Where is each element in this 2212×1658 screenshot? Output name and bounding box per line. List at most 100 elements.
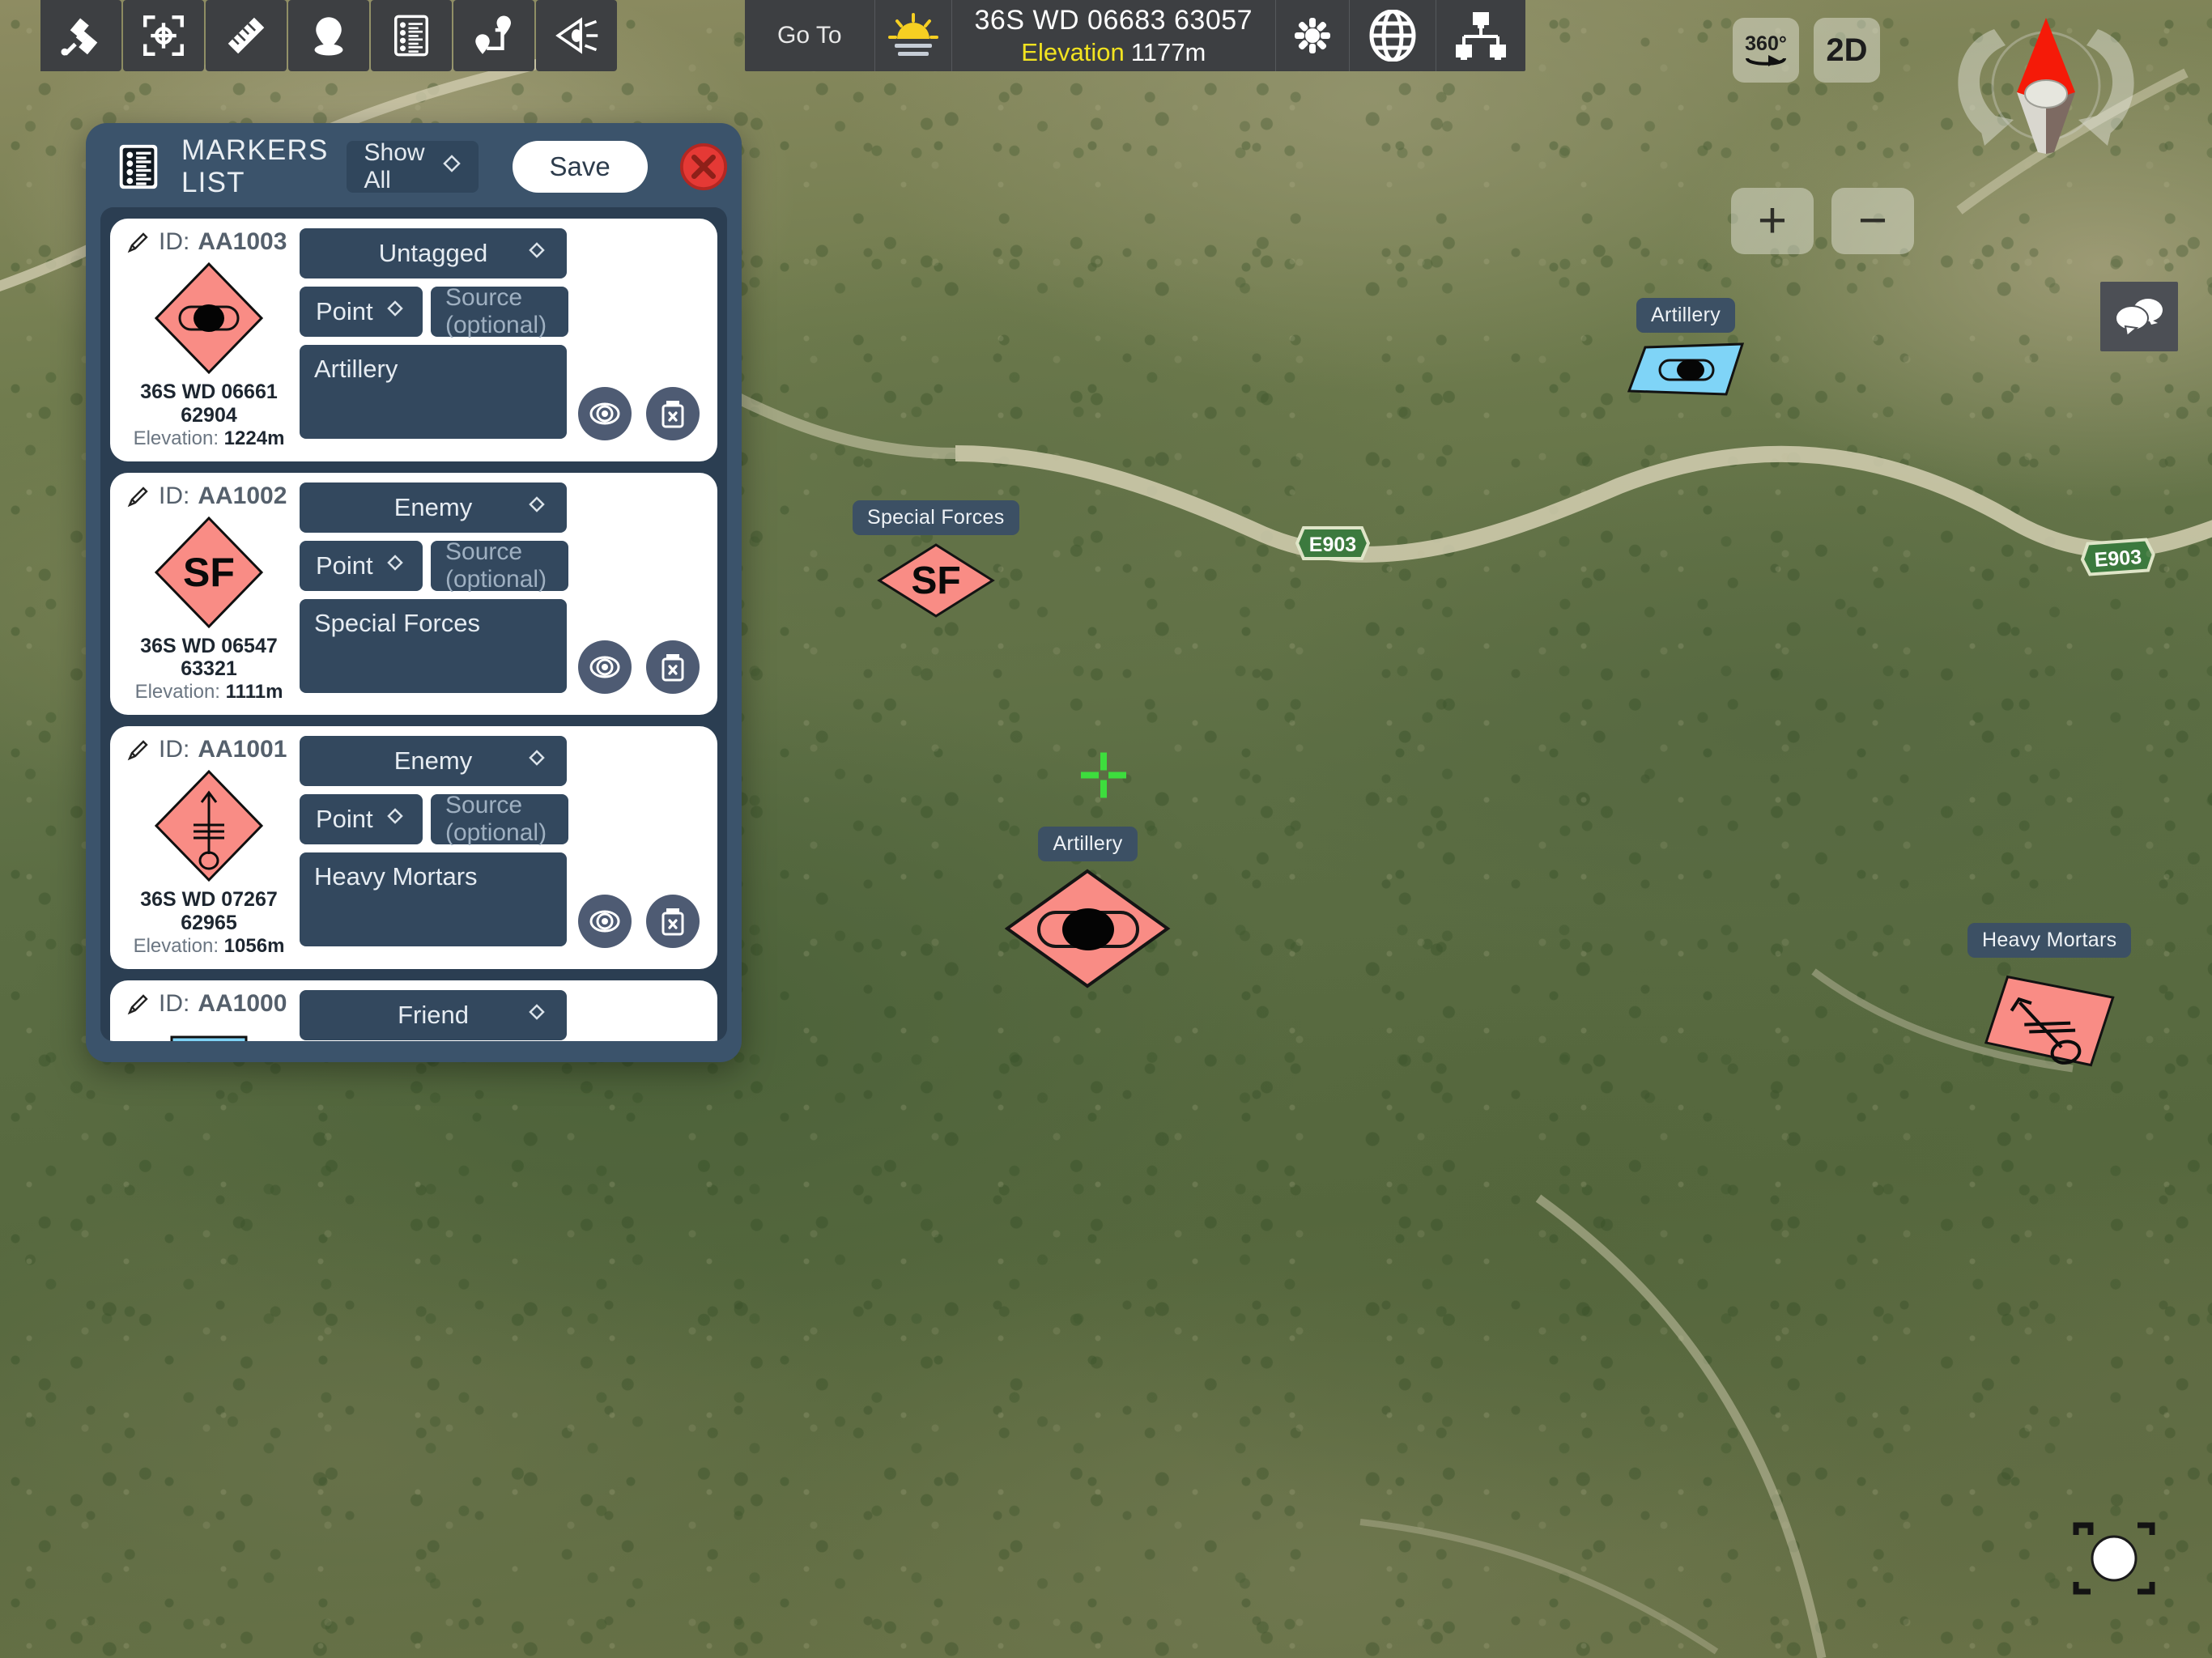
panel-title: MARKERS LIST	[181, 134, 329, 198]
marker-card[interactable]: ID: AA1002 SF 36S WD 06547 63321 Elevati…	[110, 472, 717, 715]
sf-diamond-red-icon: SF	[876, 543, 995, 618]
focus-marker-button[interactable]	[578, 640, 632, 694]
capture-button[interactable]	[2066, 1514, 2162, 1603]
globe-icon	[1369, 10, 1416, 62]
target-frame-button[interactable]	[123, 0, 204, 71]
goto-label: Go To	[777, 22, 842, 49]
marker-id-label: ID:	[159, 228, 190, 255]
type-value: Point	[316, 805, 373, 833]
sunrise-button[interactable]	[875, 0, 952, 71]
source-input[interactable]: Source (optional)	[431, 792, 568, 846]
pencil-icon[interactable]	[126, 484, 151, 508]
route-button[interactable]	[453, 0, 534, 71]
description-input[interactable]: Heavy Mortars	[300, 852, 567, 946]
marker-coordinate: 36S WD 06547 63321	[140, 634, 278, 681]
chevron-updown-icon	[529, 242, 545, 258]
type-value: Point	[316, 551, 373, 580]
chat-bubbles-icon	[2115, 299, 2163, 338]
close-button[interactable]	[678, 142, 729, 192]
pencil-icon[interactable]	[126, 230, 151, 254]
marker-symbol	[167, 1021, 251, 1041]
marker-actions	[578, 894, 700, 948]
save-button[interactable]: Save	[512, 141, 648, 193]
chat-button[interactable]	[2100, 282, 2178, 351]
description-input[interactable]: Special Forces	[300, 598, 567, 693]
settings-button[interactable]	[1276, 0, 1351, 71]
zoom-in-button[interactable]: +	[1731, 188, 1814, 254]
focus-marker-button[interactable]	[578, 386, 632, 440]
affiliation-select[interactable]: Friend	[300, 989, 567, 1040]
elevation-value: 1177m	[1130, 37, 1206, 66]
pencil-icon[interactable]	[126, 992, 151, 1016]
zoom-controls: + −	[1731, 188, 1914, 254]
affiliation-select[interactable]: Enemy	[300, 482, 567, 533]
marker-card[interactable]: ID: AA1003 36S WD 06661 62904 Elevation:…	[110, 219, 717, 461]
coordinate-readout[interactable]: 36S WD 06683 63057 Elevation 1177m	[952, 0, 1277, 71]
source-input[interactable]: Source (optional)	[431, 284, 568, 338]
delete-marker-button[interactable]	[646, 640, 700, 694]
target-frame-icon	[143, 15, 184, 56]
delete-marker-button[interactable]	[646, 386, 700, 440]
type-select[interactable]: Point	[300, 540, 423, 591]
type-select[interactable]: Point	[300, 794, 423, 844]
map-marker-heavy-mortars[interactable]: Heavy Mortars	[1967, 923, 2132, 1078]
marker-id-label: ID:	[159, 736, 190, 763]
road-shield: E903	[1295, 525, 1371, 566]
satellite-button[interactable]	[40, 0, 121, 71]
marker-elevation-value: 1056m	[223, 934, 285, 957]
delete-marker-button[interactable]	[646, 894, 700, 948]
markers-list-panel: MARKERS LIST Show All Save ID: AA1003 36…	[86, 123, 742, 1062]
zoom-out-button[interactable]: −	[1831, 188, 1914, 254]
dimension-toggle-button[interactable]: 2D	[1814, 18, 1880, 83]
rotate-360-icon: 360°	[1745, 32, 1787, 66]
artillery-square-blue-icon	[1627, 342, 1744, 396]
vision-cone-button[interactable]	[536, 0, 617, 71]
map-marker-artillery-enemy[interactable]: Artillery	[1005, 827, 1171, 989]
type-source-row: Point Source (optional)	[300, 284, 704, 338]
type-source-row: Point Source (optional)	[300, 538, 704, 593]
marker-card[interactable]: ID: AA1000 36S WD 07455 64098 Elevation:…	[110, 980, 717, 1041]
marker-id-value: AA1000	[198, 989, 287, 1017]
chevron-updown-icon	[386, 300, 403, 317]
mortar-diamond-red-icon	[1984, 975, 2115, 1067]
eye-target-icon	[589, 656, 620, 678]
affiliation-value: Enemy	[393, 746, 473, 775]
map-marker-artillery-friend[interactable]: Artillery	[1627, 298, 1744, 399]
compass-needle-icon	[1958, 18, 2134, 154]
source-input[interactable]: Source (optional)	[431, 538, 568, 593]
affiliation-select[interactable]: Untagged	[300, 228, 567, 278]
marker-elevation-label: Elevation:	[134, 681, 220, 703]
artillery-diamond-red-icon	[1005, 869, 1171, 988]
markers-list-button[interactable]	[371, 0, 452, 71]
affiliation-select[interactable]: Enemy	[300, 736, 567, 786]
marker-card[interactable]: ID: AA1001 36S WD 07267 62965 Elevation:…	[110, 726, 717, 969]
network-button[interactable]	[1436, 0, 1525, 71]
type-select[interactable]: Point	[300, 287, 423, 337]
marker-id-value: AA1001	[198, 736, 287, 763]
vision-cone-icon	[555, 17, 598, 54]
svg-text:SF: SF	[911, 559, 960, 602]
pencil-icon[interactable]	[126, 738, 151, 762]
map-marker-label: Artillery	[1636, 298, 1736, 333]
elevation-readout: Elevation 1177m	[1021, 38, 1206, 67]
elevation-label: Elevation	[1021, 37, 1125, 66]
ruler-button[interactable]	[206, 0, 287, 71]
artillery-diamond-red-icon	[154, 261, 264, 375]
chevron-updown-icon	[386, 808, 403, 824]
dimension-label: 2D	[1826, 32, 1868, 68]
map-pin-button[interactable]	[288, 0, 369, 71]
type-source-row: Point Source (optional)	[300, 792, 704, 846]
map-marker-special-forces[interactable]: Special Forces SF	[853, 500, 1019, 619]
focus-marker-button[interactable]	[578, 894, 632, 948]
compass-widget[interactable]	[1916, 8, 2176, 154]
description-input[interactable]: Artillery	[300, 345, 567, 439]
filter-value: Show All	[364, 139, 425, 193]
globe-button[interactable]	[1350, 0, 1437, 71]
markers-list-scroll[interactable]: ID: AA1003 36S WD 06661 62904 Elevation:…	[100, 207, 727, 1041]
goto-button[interactable]: Go To	[745, 0, 875, 71]
satellite-icon	[61, 18, 98, 56]
filter-select[interactable]: Show All	[346, 139, 479, 193]
marker-symbol: SF	[151, 513, 266, 631]
rotate-360-button[interactable]: 360°	[1733, 18, 1799, 83]
marker-id-value: AA1003	[198, 228, 287, 255]
